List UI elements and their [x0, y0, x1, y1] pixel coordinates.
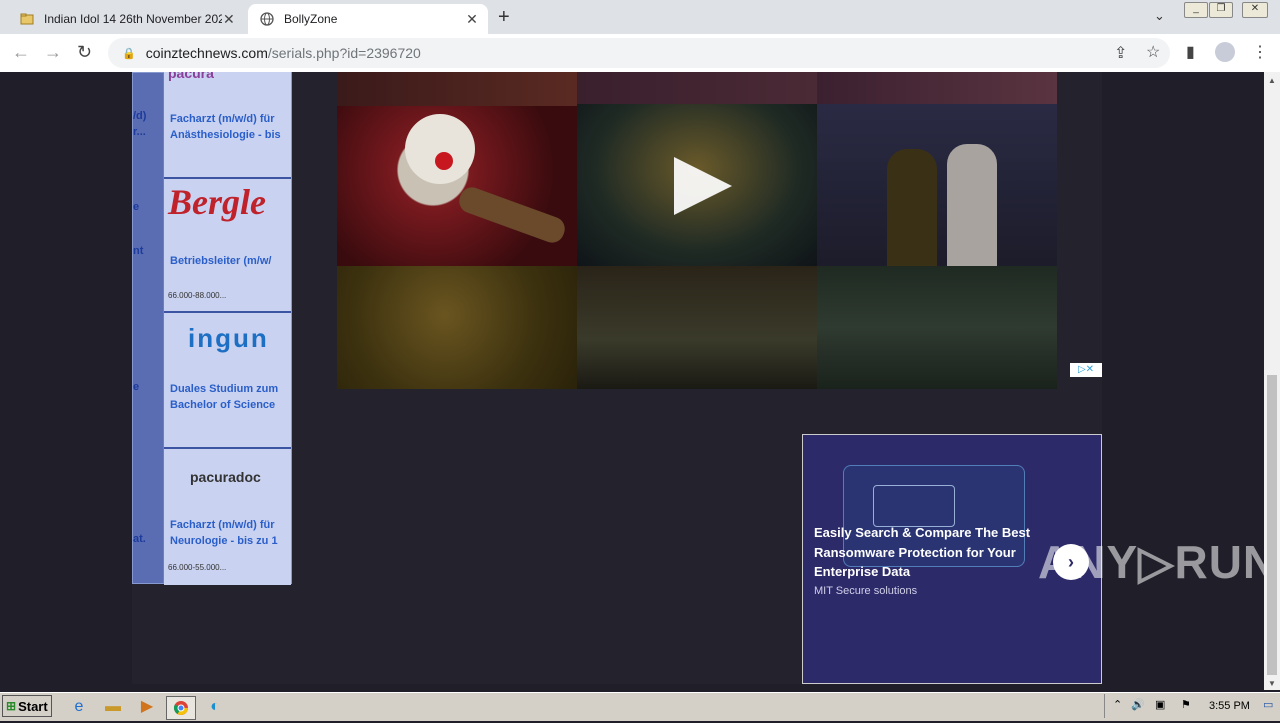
ad-side-strip: /d) r... e nt e at. — [133, 73, 163, 583]
tab-title: BollyZone — [284, 12, 338, 26]
share-icon[interactable]: ⇪ — [1114, 43, 1127, 63]
ad-headline[interactable]: Easily Search & Compare The Best Ransomw… — [814, 523, 1054, 582]
reload-icon[interactable]: ↻ — [77, 42, 92, 63]
job-salary: 66.000-88.000... — [168, 291, 227, 300]
clown-nose — [435, 152, 453, 170]
job-title: Duales Studium zum — [170, 383, 279, 395]
start-label: Start — [18, 698, 48, 714]
job-title: Facharzt (m/w/d) für — [170, 113, 275, 125]
url-path: /serials.php?id=2396720 — [267, 45, 421, 61]
microphone — [455, 183, 569, 247]
strip-text: e — [133, 381, 140, 393]
forward-icon[interactable]: → — [44, 42, 62, 63]
video-thumbnail[interactable] — [817, 72, 1057, 104]
job-title-line2: Neurologie - bis zu 1 — [170, 535, 278, 547]
strip-text: r... — [133, 126, 146, 138]
ad-logo: pacuradoc — [190, 469, 261, 485]
taskbar-clock[interactable]: 3:55 PM — [1209, 700, 1250, 712]
tab-indian-idol[interactable]: Indian Idol 14 26th November 2023 – ✕ — [8, 4, 244, 34]
job-title: Betriebsleiter (m/w/ — [170, 255, 272, 267]
job-title-line2: Bachelor of Science — [170, 399, 276, 411]
volume-icon[interactable]: 🔊 — [1131, 698, 1145, 711]
edge-icon[interactable]: ◐ — [204, 696, 226, 718]
close-tab-icon[interactable]: ✕ — [222, 11, 236, 28]
job-ad-card[interactable]: pacuradoc Facharzt (m/w/d) für Neurologi… — [164, 447, 291, 585]
video-thumbnail-clown-singer[interactable] — [337, 106, 577, 266]
play-icon[interactable] — [674, 157, 732, 215]
video-thumbnail-stage-wide[interactable] — [577, 266, 817, 389]
menu-kebab-icon[interactable]: ⋮ — [1252, 42, 1268, 62]
chrome-icon[interactable] — [166, 696, 196, 720]
system-tray: ⌃ 🔊 ▣ ⚑ ▭ — [1104, 694, 1280, 718]
strip-text: nt — [133, 245, 144, 257]
url-host: coinztechnews.com — [145, 45, 268, 61]
host-figure — [887, 149, 937, 266]
host-figure — [947, 144, 997, 266]
left-job-ad[interactable]: /d) r... e nt e at. pacura Facharzt (m/w… — [132, 72, 292, 585]
video-thumbnail-hosts[interactable] — [817, 104, 1057, 266]
ad-logo: pacura — [168, 72, 214, 81]
start-button[interactable]: ⊞ Start — [2, 695, 52, 717]
ad-arrow-button[interactable]: › — [1053, 544, 1089, 580]
bookmark-star-icon[interactable]: ☆ — [1146, 42, 1160, 62]
side-panel-icon[interactable]: ▮ — [1186, 42, 1195, 62]
tab-bollyzone[interactable]: BollyZone ✕ — [248, 4, 488, 34]
minimize-icon[interactable]: _ — [1184, 2, 1208, 18]
new-tab-button[interactable]: + — [498, 6, 510, 29]
close-tab-icon[interactable]: ✕ — [464, 11, 480, 28]
strip-text: e — [133, 201, 140, 213]
job-ad-card[interactable]: ingun Duales Studium zum Bachelor of Sci… — [164, 311, 291, 447]
ad-choices-icon[interactable]: ▷✕ — [1070, 363, 1102, 377]
ad-logo: Bergle — [168, 182, 266, 222]
video-thumbnail-group[interactable] — [817, 266, 1057, 389]
web-page: /d) r... e nt e at. pacura Facharzt (m/w… — [0, 72, 1264, 690]
job-ad-card[interactable]: pacura Facharzt (m/w/d) für Anästhesiolo… — [164, 72, 291, 179]
job-ad-card[interactable]: Bergle Betriebsleiter (m/w/ 66.000-88.00… — [164, 177, 291, 313]
ie-icon[interactable]: e — [68, 696, 90, 718]
profile-avatar-icon[interactable] — [1215, 42, 1235, 62]
flag-icon[interactable]: ⚑ — [1181, 698, 1191, 711]
close-window-icon[interactable]: ✕ — [1242, 2, 1268, 18]
tab-title: Indian Idol 14 26th November 2023 – — [44, 12, 222, 26]
scroll-down-icon[interactable]: ▼ — [1268, 679, 1276, 688]
address-bar[interactable]: 🔒 coinztechnews.com/serials.php?id=23967… — [108, 38, 1170, 68]
strip-text: at. — [133, 533, 146, 545]
job-title: Facharzt (m/w/d) für — [170, 519, 275, 531]
tab-search-icon[interactable]: ⌄ — [1154, 8, 1165, 24]
video-thumbnail[interactable] — [577, 72, 817, 104]
ad-logo: ingun — [188, 323, 269, 353]
folder-icon — [20, 13, 34, 25]
video-thumbnail-singer[interactable] — [337, 266, 577, 389]
clown-face — [405, 114, 475, 184]
ad-source: MIT Secure solutions — [814, 585, 918, 597]
back-icon[interactable]: ← — [12, 42, 30, 63]
scroll-up-icon[interactable]: ▲ — [1268, 76, 1276, 85]
media-player-icon[interactable]: ▶ — [136, 696, 158, 718]
job-title-line2: Anästhesiologie - bis — [170, 129, 281, 141]
job-salary: 66.000-55.000... — [168, 563, 227, 572]
chrome-logo — [173, 701, 188, 715]
tray-expand-icon[interactable]: ⌃ — [1113, 698, 1122, 711]
chart-illustration — [873, 485, 955, 527]
folder-icon[interactable]: ▬ — [102, 696, 124, 718]
lock-icon: 🔒 — [122, 47, 136, 60]
video-thumbnail[interactable] — [337, 72, 577, 106]
restore-icon[interactable]: ❐ — [1209, 2, 1233, 18]
windows-logo-icon: ⊞ — [6, 699, 17, 713]
network-icon[interactable]: ▣ — [1155, 698, 1165, 711]
show-desktop-icon[interactable]: ▭ — [1263, 698, 1273, 711]
strip-text: /d) — [133, 110, 147, 122]
scrollbar-thumb[interactable] — [1267, 375, 1277, 675]
globe-icon — [260, 12, 274, 26]
